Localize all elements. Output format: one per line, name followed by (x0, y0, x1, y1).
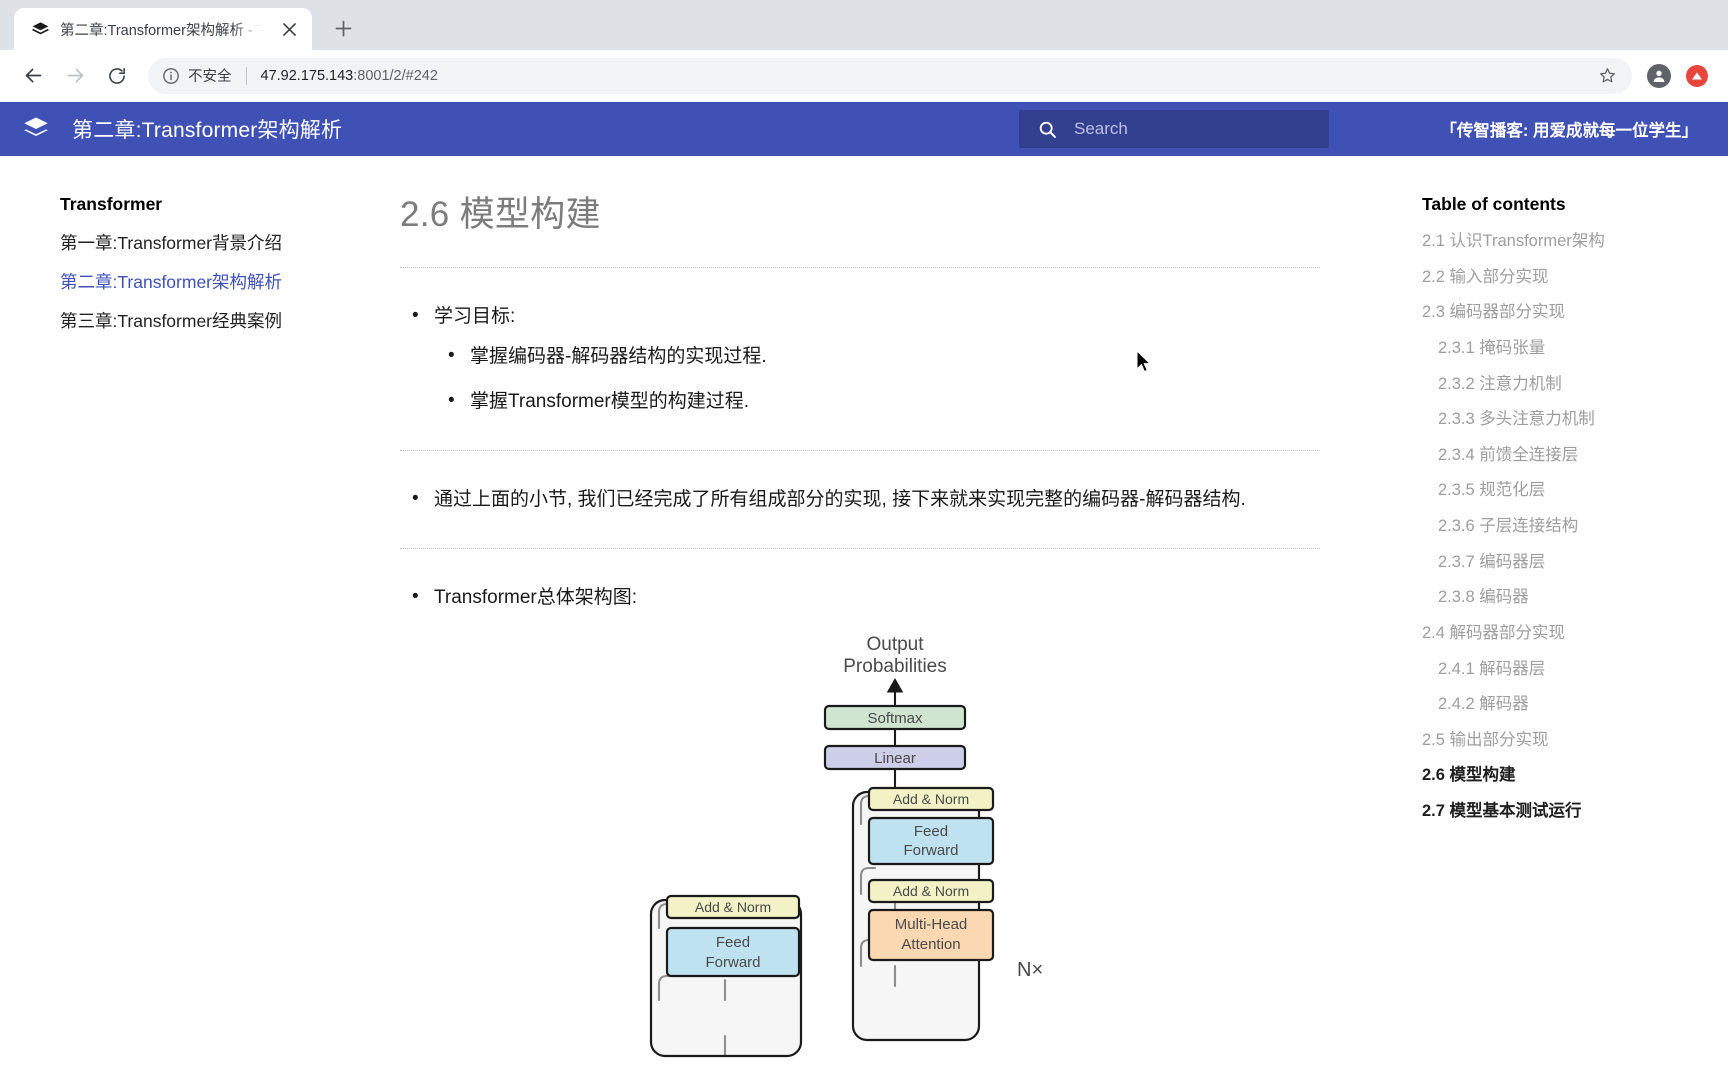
bullet-text: 学习目标: (434, 306, 516, 327)
divider-2 (400, 450, 1320, 452)
diagram-box-feed-forward-1a: Feed (914, 823, 948, 840)
diagram-box-multihead-b: Attention (901, 936, 960, 953)
diagram-box-feed-forward-1b: Forward (903, 842, 958, 859)
left-sidebar: Transformer 第一章:Transformer背景介绍 第二章:Tran… (0, 156, 400, 1080)
sidebar-heading: Transformer (60, 194, 163, 214)
list-item: Transformer总体架构图: (400, 581, 1368, 613)
diagram-caption-line-2: Probabilities (843, 656, 947, 677)
divider-1 (400, 267, 1320, 268)
diagram-nx-label: N× (1017, 959, 1043, 981)
address-bar[interactable]: 不安全 47.92.175.143:8001/2/#242 (148, 57, 1632, 94)
sub-list: 掌握编码器-解码器结构的实现过程. 掌握Transformer模型的构建过程. (434, 341, 1368, 417)
main-content: 2.6 模型构建 学习目标: 掌握编码器-解码器结构的实现过程. 掌握Trans… (400, 156, 1408, 1080)
sidebar-item-chapter-3[interactable]: 第三章:Transformer经典案例 (60, 310, 400, 333)
toc-item-2-3[interactable]: 2.3 编码器部分实现 (1422, 302, 1728, 323)
browser-toolbar: 不安全 47.92.175.143:8001/2/#242 (0, 50, 1728, 102)
toc-item-2-6[interactable]: 2.6 模型构建 (1422, 765, 1728, 786)
security-status-label: 不安全 (188, 69, 232, 85)
transformer-architecture-figure: Output Probabilities Softmax Linear Add … (400, 628, 1320, 1058)
toc-item-2-7[interactable]: 2.7 模型基本测试运行 (1422, 801, 1728, 822)
toc-item-2-4-1[interactable]: 2.4.1 解码器层 (1422, 659, 1728, 680)
section-architecture-diagram: Transformer总体架构图: (400, 581, 1368, 1058)
toc-item-2-2[interactable]: 2.2 输入部分实现 (1422, 267, 1728, 288)
url-path: :8001/2/#242 (353, 67, 438, 84)
search-input[interactable]: Search (1019, 110, 1329, 148)
toc-item-2-5[interactable]: 2.5 输出部分实现 (1422, 730, 1728, 751)
diagram-box-add-norm-3: Add & Norm (695, 899, 771, 915)
reload-icon[interactable] (98, 57, 136, 95)
browser-window: 第二章:Transformer架构解析 - T 不安全 47.92.175.14… (0, 0, 1728, 1080)
toc-item-2-4[interactable]: 2.4 解码器部分实现 (1422, 623, 1728, 644)
book-stack-icon (30, 19, 50, 39)
section-learning-objectives: 学习目标: 掌握编码器-解码器结构的实现过程. 掌握Transformer模型的… (400, 300, 1368, 417)
section-intro-paragraph: 通过上面的小节, 我们已经完成了所有组成部分的实现, 接下来就来实现完整的编码器… (400, 483, 1280, 515)
list-item: 学习目标: 掌握编码器-解码器结构的实现过程. 掌握Transformer模型的… (400, 300, 1368, 417)
search-placeholder: Search (1074, 119, 1128, 138)
diagram-box-add-norm-2: Add & Norm (893, 883, 969, 899)
tab-title: 第二章:Transformer架构解析 - T (60, 22, 266, 39)
tab-strip: 第二章:Transformer架构解析 - T (0, 0, 1728, 50)
brand-slogan: 「传智播客: 用爱成就每一位学生」 (1440, 122, 1698, 140)
toc-item-2-3-7[interactable]: 2.3.7 编码器层 (1422, 552, 1728, 573)
toc-item-2-4-2[interactable]: 2.4.2 解码器 (1422, 694, 1728, 715)
sidebar-item-chapter-2[interactable]: 第二章:Transformer架构解析 (60, 271, 400, 294)
diagram-box-softmax: Softmax (867, 710, 923, 727)
diagram-box-add-norm-1: Add & Norm (893, 791, 969, 807)
close-icon[interactable] (276, 16, 302, 42)
diagram-box-feed-forward-2b: Forward (705, 954, 760, 971)
toc-item-2-3-6[interactable]: 2.3.6 子层连接结构 (1422, 516, 1728, 537)
arrow-left-icon[interactable] (14, 57, 52, 95)
toc-item-2-3-2[interactable]: 2.3.2 注意力机制 (1422, 374, 1728, 395)
page-columns: Transformer 第一章:Transformer背景介绍 第二章:Tran… (0, 156, 1728, 1080)
toc-item-2-3-5[interactable]: 2.3.5 规范化层 (1422, 480, 1728, 501)
toc-item-2-3-3[interactable]: 2.3.3 多头注意力机制 (1422, 409, 1728, 430)
toc-item-2-1[interactable]: 2.1 认识Transformer架构 (1422, 231, 1728, 252)
toc-title: Table of contents (1422, 194, 1566, 214)
address-bar-url: 47.92.175.143:8001/2/#242 (261, 68, 1583, 84)
star-icon[interactable] (1590, 59, 1624, 93)
arrow-right-icon[interactable] (56, 57, 94, 95)
toc-item-2-3-4[interactable]: 2.3.4 前馈全连接层 (1422, 445, 1728, 466)
diagram-caption-line-1: Output (866, 634, 924, 655)
browser-tab[interactable]: 第二章:Transformer架构解析 - T (14, 8, 312, 50)
toc-item-2-3-8[interactable]: 2.3.8 编码器 (1422, 587, 1728, 608)
toc-item-2-3-1[interactable]: 2.3.1 掩码张量 (1422, 338, 1728, 359)
page-title: 第二章:Transformer架构解析 (72, 119, 343, 142)
page-viewport: 第二章:Transformer架构解析 Search 「传智播客: 用爱成就每一… (0, 102, 1728, 1080)
transformer-diagram-svg: Output Probabilities Softmax Linear Add … (649, 634, 1043, 1057)
profile-avatar-icon[interactable] (1642, 59, 1676, 93)
content-title: 2.6 模型构建 (400, 195, 601, 234)
list-item: 通过上面的小节, 我们已经完成了所有组成部分的实现, 接下来就来实现完整的编码器… (400, 483, 1280, 515)
table-of-contents: Table of contents 2.1 认识Transformer架构 2.… (1408, 156, 1728, 1080)
mkdocs-book-icon[interactable] (0, 114, 72, 144)
list-item: 掌握Transformer模型的构建过程. (434, 386, 1368, 417)
url-host: 47.92.175.143 (260, 67, 354, 84)
search-icon (1037, 119, 1058, 140)
info-circle-icon[interactable] (162, 67, 180, 85)
extension-red-icon[interactable] (1680, 59, 1714, 93)
toolbar-right-cluster (1636, 59, 1714, 93)
site-header: 第二章:Transformer架构解析 Search 「传智播客: 用爱成就每一… (0, 102, 1728, 156)
diagram-box-linear: Linear (874, 750, 916, 767)
diagram-box-feed-forward-2a: Feed (716, 934, 750, 951)
diagram-box-multihead-a: Multi-Head (895, 916, 968, 933)
divider-3 (400, 548, 1320, 550)
new-tab-button[interactable] (324, 9, 362, 47)
sidebar-item-chapter-1[interactable]: 第一章:Transformer背景介绍 (60, 232, 400, 255)
list-item: 掌握编码器-解码器结构的实现过程. (434, 341, 1368, 372)
omnibox-divider (245, 66, 247, 85)
